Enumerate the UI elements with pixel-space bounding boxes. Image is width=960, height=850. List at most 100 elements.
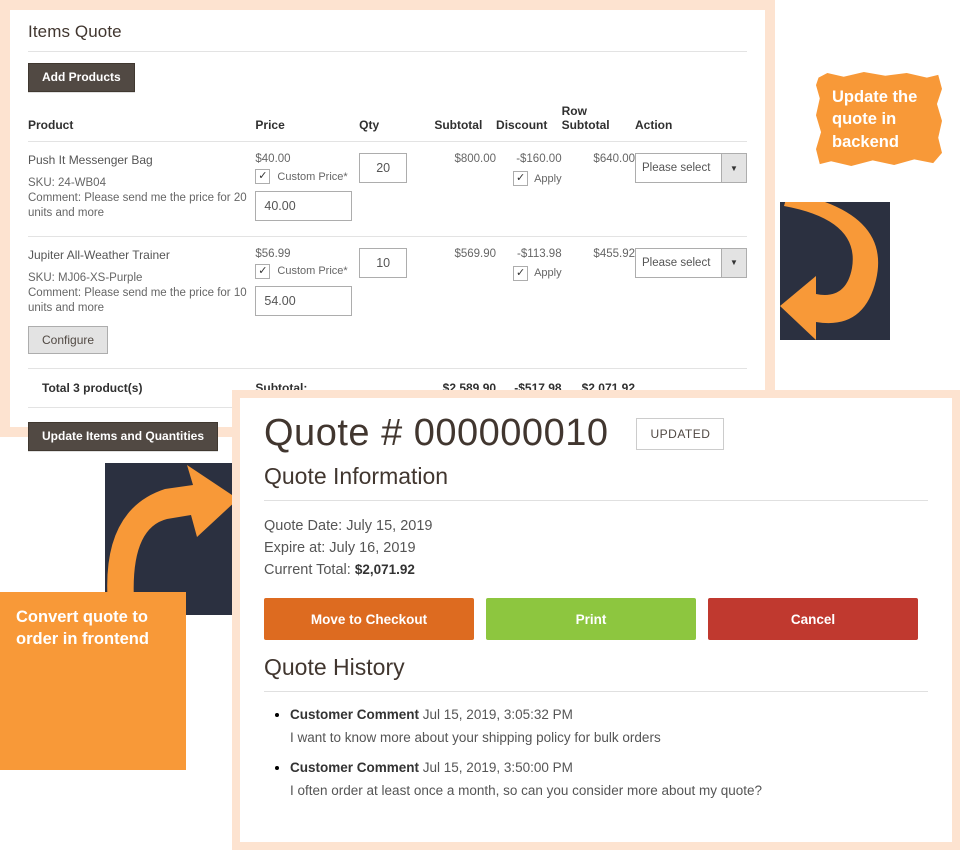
custom-price-toggle[interactable]: ✓ Custom Price* — [255, 169, 359, 184]
quote-actions: Move to Checkout Print Cancel — [264, 598, 928, 641]
chevron-down-icon[interactable]: ▼ — [721, 154, 746, 182]
quote-information-title: Quote Information — [264, 463, 449, 489]
cancel-button[interactable]: Cancel — [708, 598, 918, 641]
page-title: Quote # 000000010 — [264, 412, 609, 454]
action-select-value: Please select — [642, 162, 711, 174]
cell-subtotal: $569.90 — [434, 235, 497, 369]
screenshot-stage: Items Quote Add Products Product Price Q… — [0, 0, 960, 850]
checkbox-checked-icon[interactable]: ✓ — [255, 169, 271, 184]
custom-price-label: Custom Price* — [277, 265, 348, 278]
history-body: I often order at least once a month, so … — [290, 783, 763, 799]
items-quote-title: Items Quote — [28, 22, 122, 41]
quote-history-divider — [264, 691, 928, 693]
custom-price-toggle[interactable]: ✓ Custom Price* — [255, 263, 359, 279]
custom-price-input[interactable] — [255, 191, 353, 221]
list-item: Customer Comment Jul 15, 2019, 3:05:32 P… — [290, 706, 928, 745]
qty-input[interactable] — [359, 247, 408, 278]
cell-action: Please select ▼ — [635, 141, 747, 237]
cell-product: Jupiter All-Weather Trainer SKU: MJ06-XS… — [28, 235, 256, 369]
items-table-header-row: Product Price Qty Subtotal Discount Row … — [28, 104, 747, 142]
price-value: $40.00 — [255, 153, 291, 165]
discount-value: -$160.00 — [516, 153, 562, 165]
product-sku: SKU: 24-WB04 — [28, 177, 106, 189]
table-row: Push It Messenger Bag SKU: 24-WB04 Comme… — [28, 141, 747, 237]
column-header-action: Action — [635, 118, 673, 132]
print-button[interactable]: Print — [486, 598, 696, 641]
product-comment: Comment: Please send me the price for 20… — [28, 192, 247, 220]
curved-arrow-icon — [780, 202, 890, 340]
cell-qty — [359, 235, 435, 369]
history-entry-header: Customer Comment Jul 15, 2019, 3:05:32 P… — [290, 707, 928, 722]
cell-product: Push It Messenger Bag SKU: 24-WB04 Comme… — [28, 141, 256, 237]
price-value: $56.99 — [255, 247, 291, 260]
status-badge: UPDATED — [636, 417, 725, 450]
discount-value: -$113.98 — [517, 247, 562, 260]
items-quote-panel-body: Items Quote Add Products Product Price Q… — [10, 10, 765, 452]
cell-row-subtotal: $640.00 — [561, 141, 635, 237]
product-name: Push It Messenger Bag — [28, 153, 153, 167]
configure-button[interactable]: Configure — [28, 326, 109, 355]
annotation-arrow-right — [780, 202, 890, 340]
column-header-discount: Discount — [496, 118, 548, 132]
column-header-subtotal: Subtotal — [434, 118, 483, 132]
product-sku: SKU: MJ06-XS-Purple — [28, 271, 143, 284]
callout-convert-frontend: Convert quote to order in frontend — [0, 592, 186, 770]
cell-discount: -$160.00 ✓ Apply — [496, 141, 562, 237]
qty-input[interactable] — [359, 153, 408, 183]
cell-row-subtotal: $455.92 — [561, 235, 635, 369]
quote-history-title: Quote History — [264, 654, 405, 681]
callout-update-backend: Update the quote in backend — [816, 72, 942, 166]
quote-header: Quote # 000000010 UPDATED — [264, 412, 928, 455]
update-items-and-quantities-button[interactable]: Update Items and Quantities — [28, 422, 219, 452]
quote-panel: Quote # 000000010 UPDATED Quote Informat… — [232, 390, 960, 850]
apply-label: Apply — [534, 172, 562, 185]
product-comment: Comment: Please send me the price for 10… — [28, 286, 247, 314]
cell-price: $40.00 ✓ Custom Price* — [255, 141, 360, 237]
action-select[interactable]: Please select ▼ — [635, 153, 747, 183]
checkbox-checked-icon[interactable]: ✓ — [513, 265, 529, 281]
apply-label: Apply — [534, 267, 562, 280]
cell-subtotal: $800.00 — [434, 141, 497, 237]
table-row: Jupiter All-Weather Trainer SKU: MJ06-XS… — [28, 235, 747, 369]
action-select[interactable]: Please select ▼ — [635, 247, 747, 278]
chevron-down-icon[interactable]: ▼ — [721, 248, 746, 277]
add-products-toolbar: Add Products — [28, 63, 747, 92]
quote-information-divider — [264, 500, 928, 501]
checkbox-checked-icon[interactable]: ✓ — [255, 263, 271, 279]
history-timestamp: Jul 15, 2019, 3:50:00 PM — [422, 760, 573, 776]
cell-discount: -$113.98 ✓ Apply — [496, 235, 562, 369]
history-author: Customer Comment — [290, 707, 420, 723]
quote-panel-body: Quote # 000000010 UPDATED Quote Informat… — [240, 398, 952, 842]
current-total-value: $2,071.92 — [354, 562, 415, 578]
apply-discount-toggle[interactable]: ✓ Apply — [496, 171, 562, 186]
cell-price: $56.99 ✓ Custom Price* — [255, 235, 360, 369]
quote-current-total: Current Total: $2,071.92 — [264, 559, 928, 581]
list-item: Customer Comment Jul 15, 2019, 3:50:00 P… — [290, 759, 928, 798]
totals-products-count: Total 3 product(s) — [28, 368, 256, 408]
custom-price-input[interactable] — [255, 285, 353, 316]
quote-expire-at: Expire at: July 16, 2019 — [264, 540, 416, 557]
column-header-price: Price — [255, 118, 285, 132]
items-table-head: Product Price Qty Subtotal Discount Row … — [28, 104, 747, 142]
history-timestamp: Jul 15, 2019, 3:05:32 PM — [422, 707, 573, 723]
column-header-row-subtotal: Row Subtotal — [561, 104, 610, 132]
quote-date: Quote Date: July 15, 2019 — [264, 518, 433, 534]
cell-action: Please select ▼ — [635, 235, 747, 369]
items-table-body: Push It Messenger Bag SKU: 24-WB04 Comme… — [28, 141, 747, 408]
apply-discount-toggle[interactable]: ✓ Apply — [496, 265, 562, 281]
current-total-label: Current Total: — [264, 562, 351, 579]
add-products-button[interactable]: Add Products — [28, 63, 135, 92]
checkbox-checked-icon[interactable]: ✓ — [513, 171, 529, 186]
action-select-value: Please select — [642, 256, 711, 269]
items-table: Product Price Qty Subtotal Discount Row … — [28, 104, 747, 408]
custom-price-label: Custom Price* — [277, 170, 348, 183]
column-header-product: Product — [28, 118, 74, 132]
quote-information-details: Quote Date: July 15, 2019 Expire at: Jul… — [264, 515, 928, 581]
cell-qty — [359, 141, 435, 237]
history-entry-header: Customer Comment Jul 15, 2019, 3:50:00 P… — [290, 760, 928, 775]
move-to-checkout-button[interactable]: Move to Checkout — [264, 598, 474, 641]
quote-history-list: Customer Comment Jul 15, 2019, 3:05:32 P… — [290, 706, 928, 798]
column-header-qty: Qty — [359, 118, 380, 132]
product-name: Jupiter All-Weather Trainer — [28, 247, 170, 262]
title-divider — [28, 51, 747, 52]
